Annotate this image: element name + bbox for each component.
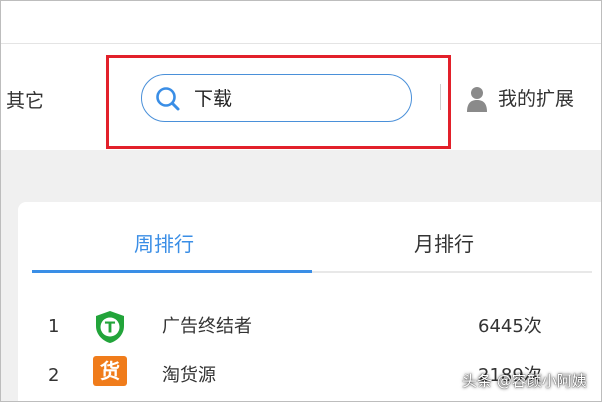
download-count: 6445次	[478, 316, 542, 337]
rank-number: 1	[48, 316, 60, 337]
extension-name[interactable]: 淘货源	[162, 364, 216, 388]
my-extensions-link[interactable]: 我的扩展	[498, 86, 574, 112]
watermark: 头条 @容颜小阿姨	[462, 372, 587, 390]
top-strip	[0, 0, 602, 44]
tab-monthly-ranking[interactable]: 月排行	[414, 230, 474, 258]
user-icon	[467, 87, 487, 112]
extension-name[interactable]: 广告终结者	[162, 315, 252, 339]
active-tab-indicator	[32, 270, 312, 273]
orange-huo-badge-icon: 货	[93, 356, 127, 386]
green-shield-t-icon: T	[96, 311, 124, 343]
tab-weekly-ranking[interactable]: 周排行	[134, 230, 194, 258]
nav-divider	[440, 84, 441, 110]
rank-number: 2	[48, 365, 60, 386]
search-highlight-box	[106, 55, 451, 149]
nav-item-other[interactable]: 其它	[6, 88, 44, 114]
shield-letter: T	[105, 319, 116, 337]
